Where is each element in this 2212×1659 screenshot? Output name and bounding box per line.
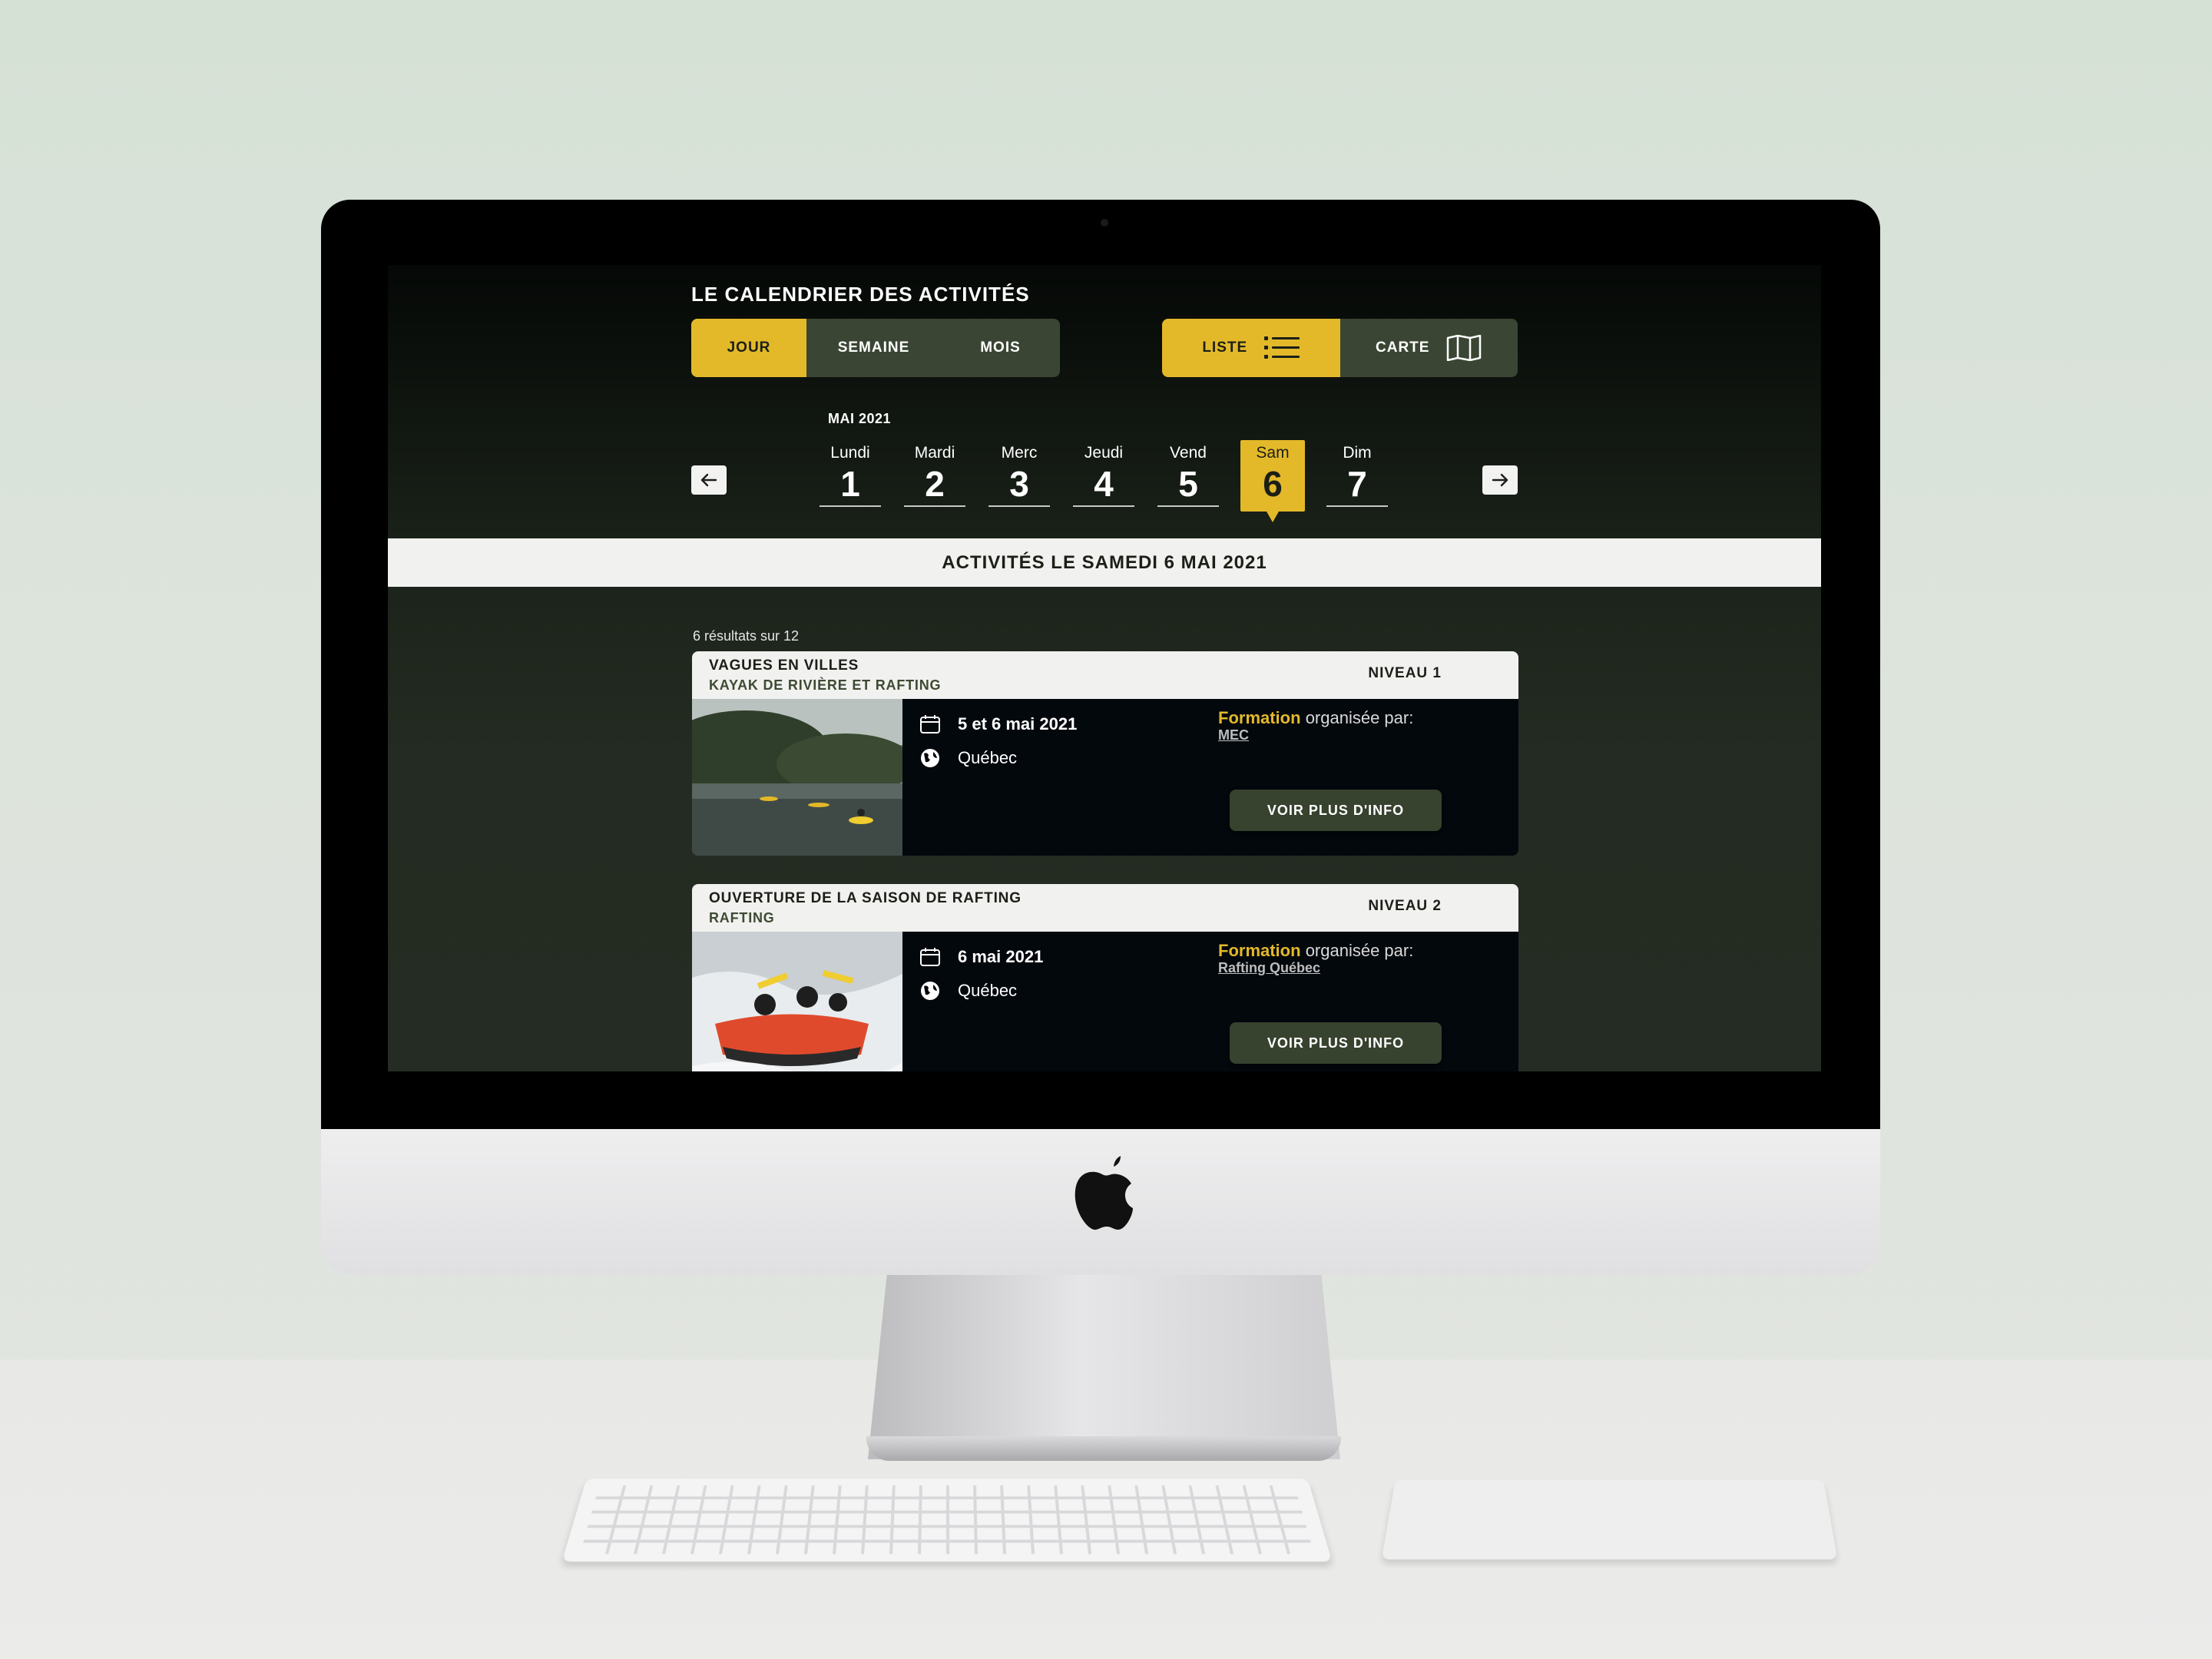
day-dim[interactable]: Dim 7 (1325, 440, 1389, 509)
calendar-icon (919, 714, 941, 734)
activity-date: 5 et 6 mai 2021 (958, 714, 1077, 734)
activity-place: Québec (958, 748, 1017, 768)
activity-date-row: 6 mai 2021 (919, 947, 1043, 967)
view-switcher: JOUR SEMAINE MOIS (691, 319, 1060, 377)
tab-liste-label: LISTE (1202, 339, 1247, 356)
organizer-keyword: Formation (1218, 941, 1301, 960)
globe-icon (919, 980, 941, 1002)
day-name: Lundi (818, 444, 882, 464)
activity-date-row: 5 et 6 mai 2021 (919, 714, 1077, 734)
day-name: Sam (1240, 444, 1305, 464)
page-title: LE CALENDRIER DES ACTIVITÉS (691, 283, 1030, 306)
next-week-button[interactable] (1482, 465, 1518, 495)
month-label: MAI 2021 (828, 411, 891, 427)
more-info-button[interactable]: VOIR PLUS D'INFO (1230, 790, 1442, 831)
organizer-keyword: Formation (1218, 708, 1301, 727)
tab-carte[interactable]: CARTE (1340, 319, 1518, 377)
activity-place-row: Québec (919, 747, 1017, 769)
day-lundi[interactable]: Lundi 1 (818, 440, 882, 509)
organizer-text: organisée par: (1306, 941, 1414, 960)
organizer-block: Formation organisée par: Rafting Québec (1218, 942, 1413, 976)
organizer-link[interactable]: MEC (1218, 727, 1413, 743)
tab-semaine[interactable]: SEMAINE (806, 319, 941, 377)
monitor-stand-base (866, 1436, 1341, 1461)
card-header: VAGUES EN VILLES KAYAK DE RIVIÈRE ET RAF… (692, 651, 1518, 699)
organizer-block: Formation organisée par: MEC (1218, 710, 1413, 743)
activity-place: Québec (958, 981, 1017, 1001)
globe-icon (919, 747, 941, 769)
camera (1101, 219, 1108, 227)
day-vend[interactable]: Vend 5 (1156, 440, 1220, 509)
day-jeudi[interactable]: Jeudi 4 (1071, 440, 1136, 509)
arrow-left-icon (700, 473, 717, 487)
day-number: 4 (1073, 464, 1134, 507)
more-info-button[interactable]: VOIR PLUS D'INFO (1230, 1022, 1442, 1064)
day-number: 5 (1157, 464, 1219, 507)
activity-level: NIVEAU 1 (1368, 665, 1442, 682)
activity-card: OUVERTURE DE LA SAISON DE RAFTING RAFTIN… (692, 884, 1518, 1071)
day-merc[interactable]: Merc 3 (987, 440, 1051, 509)
tab-jour[interactable]: JOUR (691, 319, 806, 377)
day-number: 1 (820, 464, 881, 507)
day-number: 2 (904, 464, 965, 507)
day-number: 3 (988, 464, 1050, 507)
tab-carte-label: CARTE (1376, 339, 1429, 356)
organizer-text: organisée par: (1306, 708, 1414, 727)
tab-mois[interactable]: MOIS (941, 319, 1060, 377)
list-icon (1264, 335, 1300, 361)
day-name: Jeudi (1071, 444, 1136, 464)
date-banner: ACTIVITÉS LE SAMEDI 6 MAI 2021 (388, 538, 1821, 587)
day-number: 7 (1326, 464, 1388, 507)
display-mode-switcher: LISTE CARTE (1162, 319, 1518, 377)
activity-photo-kayak (692, 699, 902, 856)
previous-week-button[interactable] (691, 465, 727, 495)
keyboard (562, 1479, 1333, 1561)
activity-photo-rafting (692, 932, 902, 1071)
trackpad (1382, 1480, 1838, 1559)
day-name: Vend (1156, 444, 1220, 464)
activity-place-row: Québec (919, 980, 1017, 1002)
apple-logo-icon (1071, 1156, 1133, 1233)
day-name: Mardi (902, 444, 967, 464)
day-name: Dim (1325, 444, 1389, 464)
card-header: OUVERTURE DE LA SAISON DE RAFTING RAFTIN… (692, 884, 1518, 932)
map-icon (1446, 335, 1482, 361)
day-mardi[interactable]: Mardi 2 (902, 440, 967, 509)
arrow-right-icon (1492, 473, 1508, 487)
activity-level: NIVEAU 2 (1368, 898, 1442, 915)
calendar-icon (919, 947, 941, 967)
organizer-link[interactable]: Rafting Québec (1218, 959, 1413, 976)
day-number: 6 (1242, 464, 1303, 505)
results-count: 6 résultats sur 12 (693, 628, 799, 644)
day-name: Merc (987, 444, 1051, 464)
tab-liste[interactable]: LISTE (1162, 319, 1340, 377)
monitor-stand (868, 1275, 1340, 1459)
activity-date: 6 mai 2021 (958, 947, 1043, 967)
activity-card: VAGUES EN VILLES KAYAK DE RIVIÈRE ET RAF… (692, 651, 1518, 856)
day-sam-selected[interactable]: Sam 6 (1240, 440, 1305, 512)
screen: LE CALENDRIER DES ACTIVITÉS JOUR SEMAINE… (388, 265, 1821, 1071)
